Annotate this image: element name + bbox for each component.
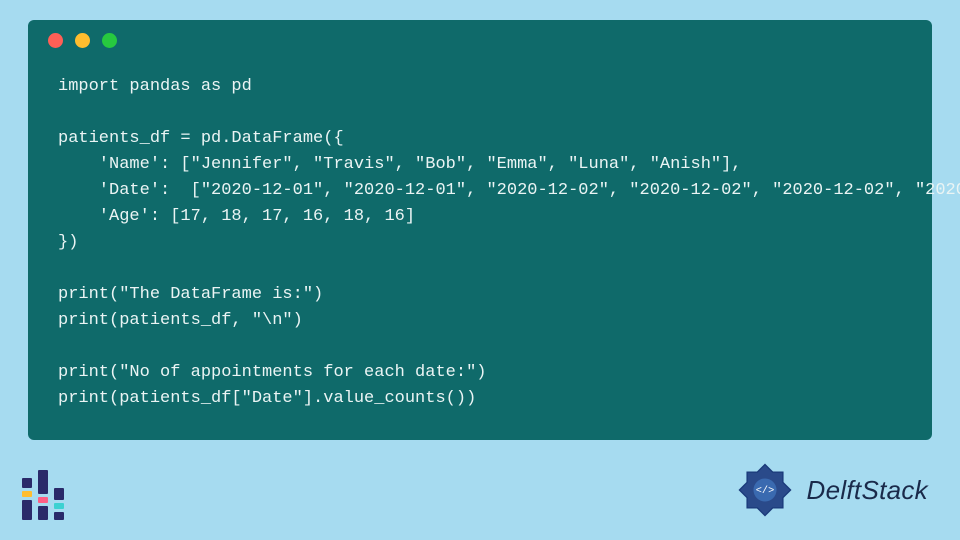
code-window: import pandas as pd patients_df = pd.Dat… — [28, 20, 932, 440]
code-block: import pandas as pd patients_df = pd.Dat… — [28, 60, 932, 412]
maximize-dot-icon — [102, 33, 117, 48]
brand-block: </> DelftStack — [733, 458, 929, 522]
minimize-dot-icon — [75, 33, 90, 48]
svg-text:</>: </> — [755, 485, 773, 497]
close-dot-icon — [48, 33, 63, 48]
brand-badge-icon: </> — [733, 458, 797, 522]
brand-name: DelftStack — [807, 475, 929, 506]
bars-logo-icon — [22, 458, 84, 520]
window-titlebar — [28, 20, 932, 60]
